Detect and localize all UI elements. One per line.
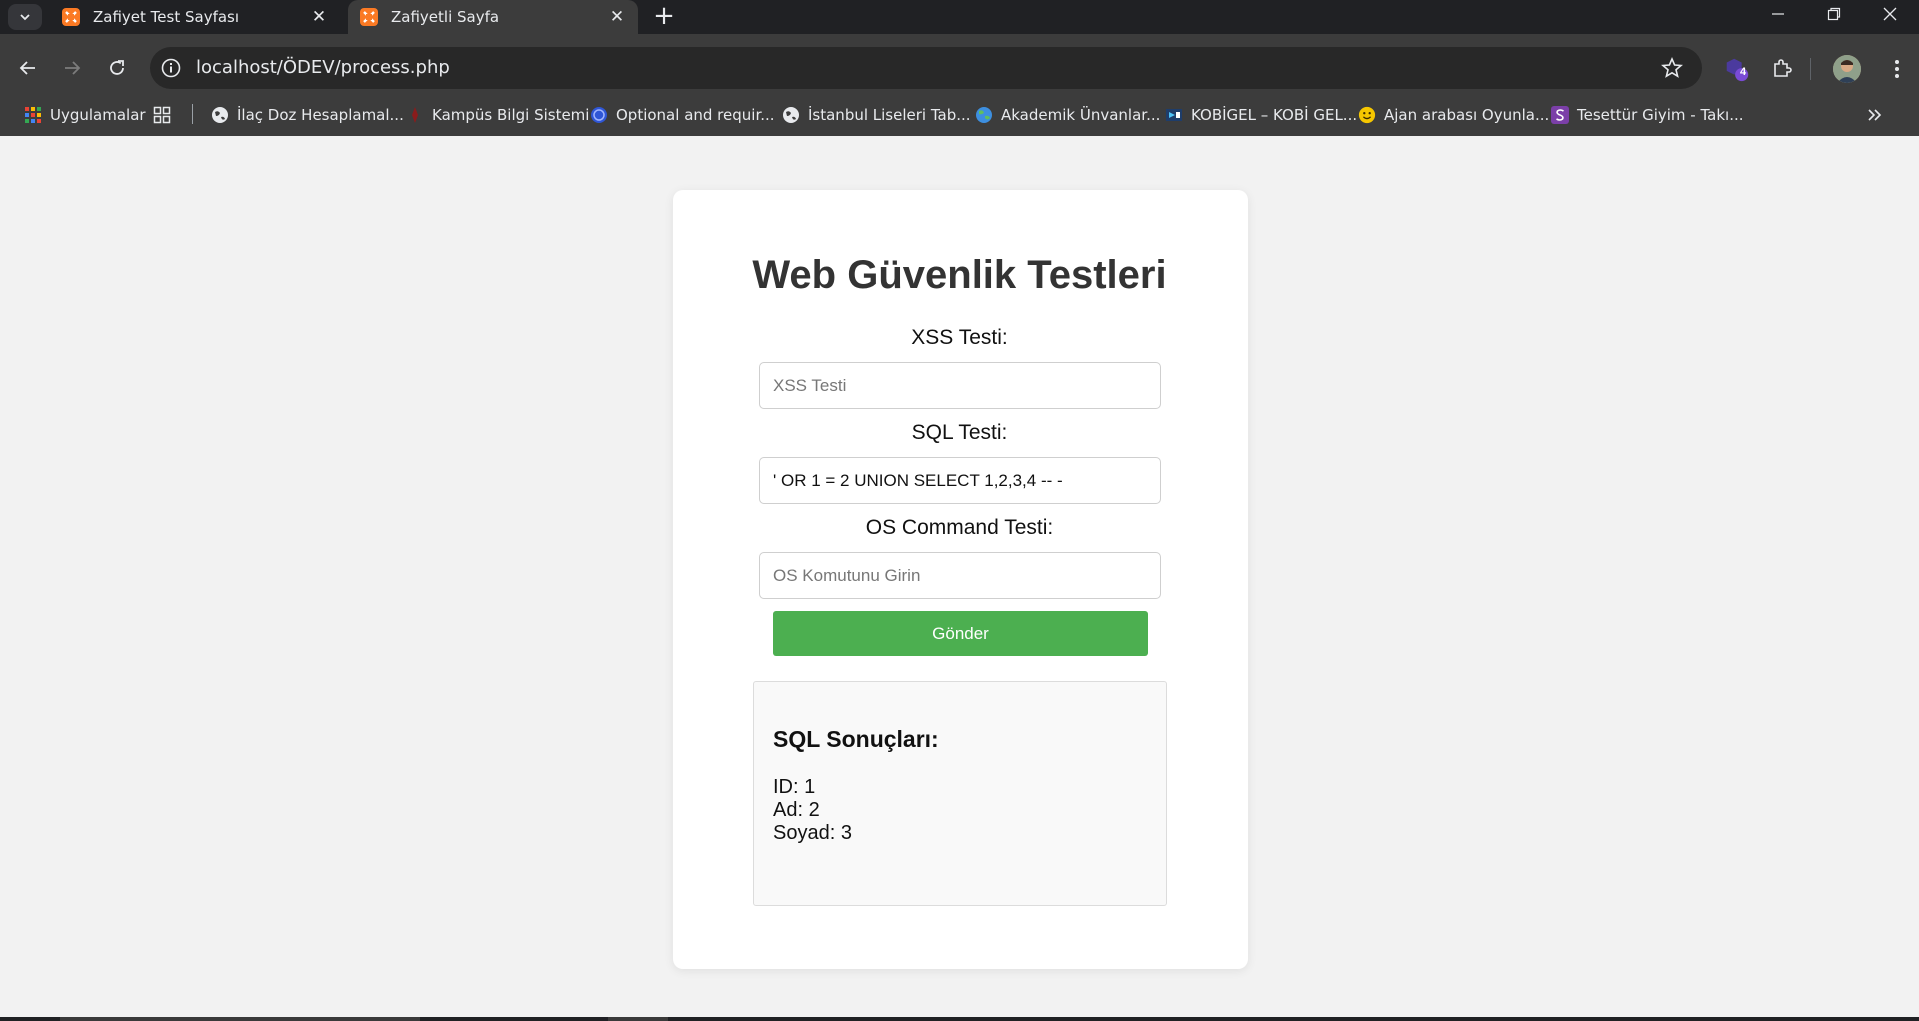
arrow-right-icon xyxy=(65,61,81,75)
bookmark-tesettur[interactable]: Tesettür Giyim - Takı... xyxy=(1551,101,1744,129)
xss-input[interactable] xyxy=(759,362,1161,409)
toolbar-divider xyxy=(1810,58,1811,80)
forward-button[interactable] xyxy=(56,52,88,84)
s-logo-icon xyxy=(1551,106,1569,124)
xampp-favicon-icon xyxy=(359,7,379,27)
bookmark-label: Ajan arabası Oyunla... xyxy=(1384,106,1550,124)
bookmarks-overflow-button[interactable] xyxy=(1864,104,1886,126)
sql-input[interactable] xyxy=(759,457,1161,504)
globe-icon xyxy=(782,106,800,124)
page-title: Web Güvenlik Testleri xyxy=(752,253,1167,297)
bookmark-label: Kampüs Bilgi Sistemi xyxy=(432,106,590,124)
tab-title: Zafiyetli Sayfa xyxy=(391,8,500,26)
result-row: Soyad: 3 xyxy=(773,822,852,844)
tab-zafiyet-test[interactable]: Zafiyet Test Sayfası ✕ xyxy=(50,0,340,34)
arrow-left-icon xyxy=(19,61,35,75)
back-button[interactable] xyxy=(12,52,44,84)
browser-menu-button[interactable] xyxy=(1885,55,1909,83)
earth-icon xyxy=(975,106,993,124)
bookmark-apps[interactable]: Uygulamalar xyxy=(24,101,146,129)
tab-search-button[interactable] xyxy=(8,4,42,30)
tab-title: Zafiyet Test Sayfası xyxy=(93,8,240,26)
close-icon xyxy=(1883,7,1897,21)
bookmark-label: Akademik Ünvanlar... xyxy=(1001,106,1161,124)
bookmark-akademik[interactable]: Akademik Ünvanlar... xyxy=(975,101,1160,129)
circle-logo-icon xyxy=(590,106,608,124)
bookmark-kampus[interactable]: Kampüs Bilgi Sistemi xyxy=(406,101,589,129)
minimize-button[interactable] xyxy=(1750,0,1806,28)
university-logo-icon xyxy=(406,106,424,124)
result-row: Ad: 2 xyxy=(773,799,820,821)
reload-icon xyxy=(110,60,124,75)
url-text[interactable]: localhost/ÖDEV/process.php xyxy=(196,57,450,79)
bookmark-label: İstanbul Liseleri Tab... xyxy=(808,106,971,124)
bookmark-istanbul[interactable]: İstanbul Liseleri Tab... xyxy=(782,101,971,129)
puzzle-icon xyxy=(1774,59,1792,77)
restore-button[interactable] xyxy=(1806,0,1862,28)
restore-icon xyxy=(1827,7,1841,21)
bookmark-star-icon[interactable] xyxy=(1660,56,1684,80)
close-icon[interactable]: ✕ xyxy=(306,4,332,30)
grid-squares-icon xyxy=(153,106,171,124)
kobigel-logo-icon xyxy=(1165,106,1183,124)
bookmark-label: Optional and requir... xyxy=(616,106,775,124)
profile-avatar[interactable] xyxy=(1833,55,1861,83)
os-command-input[interactable] xyxy=(759,552,1161,599)
bookmark-label: KOBİGEL – KOBİ GEL... xyxy=(1191,106,1358,124)
bookmark-label: Uygulamalar xyxy=(50,106,146,124)
smiley-icon xyxy=(1358,106,1376,124)
xampp-favicon-icon xyxy=(61,7,81,27)
chevron-down-icon xyxy=(20,14,30,21)
bookmark-ajan-arabasi[interactable]: Ajan arabası Oyunla... xyxy=(1358,101,1549,129)
bookmark-separator xyxy=(192,104,193,124)
sql-label: SQL Testi: xyxy=(911,421,1008,444)
tab-zafiyetli-sayfa[interactable]: Zafiyetli Sayfa ✕ xyxy=(348,0,638,34)
bookmark-ilac-doz[interactable]: İlaç Doz Hesaplamal... xyxy=(211,101,404,129)
extensions-button[interactable] xyxy=(1768,55,1796,83)
submit-button[interactable]: Gönder xyxy=(773,611,1148,656)
site-info-icon[interactable] xyxy=(160,57,182,79)
avatar-icon xyxy=(1833,55,1861,83)
taskbar-segment xyxy=(608,1017,668,1021)
sql-results-heading: SQL Sonuçları: xyxy=(773,726,939,752)
bookmark-optional[interactable]: Optional and requir... xyxy=(590,101,775,129)
double-chevron-right-icon xyxy=(1868,109,1882,121)
new-tab-button[interactable]: + xyxy=(650,3,678,31)
bookmark-label: Tesettür Giyim - Takı... xyxy=(1577,106,1744,124)
bookmark-label: İlaç Doz Hesaplamal... xyxy=(237,106,404,124)
close-icon[interactable]: ✕ xyxy=(604,4,630,30)
sql-results-panel: SQL Sonuçları: ID: 1 Ad: 2 Soyad: 3 xyxy=(753,681,1167,906)
tab-groups-button[interactable] xyxy=(153,101,179,129)
window-close-button[interactable] xyxy=(1862,0,1918,28)
reload-button[interactable] xyxy=(101,52,133,84)
more-vert-icon xyxy=(1895,60,1899,78)
minimize-icon xyxy=(1772,13,1784,15)
tab-strip: Zafiyet Test Sayfası ✕ Zafiyetli Sayfa ✕… xyxy=(0,0,1919,34)
bookmark-kobigel[interactable]: KOBİGEL – KOBİ GEL... xyxy=(1165,101,1357,129)
globe-icon xyxy=(211,106,229,124)
apps-grid-icon xyxy=(24,106,42,124)
extension-badge-count: 4 xyxy=(1739,66,1747,78)
taskbar-edge xyxy=(0,1017,1919,1021)
taskbar-segment xyxy=(60,1017,420,1021)
extension-badge-button[interactable]: 4 xyxy=(1723,55,1751,83)
os-command-label: OS Command Testi: xyxy=(865,516,1054,539)
result-row: ID: 1 xyxy=(773,776,816,798)
xss-label: XSS Testi: xyxy=(911,326,1008,349)
